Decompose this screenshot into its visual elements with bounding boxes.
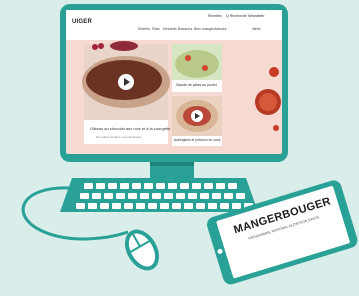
topbar-link-newsletter[interactable]: Newsletter [248,14,265,19]
monitor-neck-shadow [150,162,194,166]
nav-item-bien-manger[interactable]: Bien manger [194,27,214,32]
tomato-icon [269,67,279,77]
recipe-card-1-title[interactable]: Gâteau au chocolat aux noix et à la cour… [90,127,171,131]
illustration [21,4,358,285]
salad-tomato [185,55,191,61]
nav-item-boissons[interactable]: Boissons [178,27,192,32]
recipe-card-3-title[interactable]: Aubergines et poivrons en curry [174,138,221,142]
nav-item-desserts[interactable]: Desserts [163,27,177,32]
nav-item-entrees[interactable]: Entrées [138,27,150,32]
tomato-icon [273,125,279,131]
recipe-card-1-subtitle: Des idées simples et gourmandes [96,135,142,139]
topbar-link-recettes[interactable]: Recettes [208,14,222,19]
nav-item-idees[interactable]: Idées [252,27,261,32]
cherry-icon [92,44,98,50]
site-logo[interactable]: UIGER [72,19,92,25]
topbar-link-search[interactable]: Q Recherche [226,14,247,19]
tomato-inner [259,93,277,111]
keyboard-icon [60,178,258,212]
cherry-icon [98,43,104,49]
recipe-card-2-title[interactable]: Salade de pâtes au poulet [176,83,217,88]
salad [175,50,219,78]
salad-tomato [202,65,208,71]
nav-item-plats[interactable]: Plats [152,27,160,32]
bowl-icon [110,41,138,51]
nav-item-astuces[interactable]: Astuces [214,27,226,32]
